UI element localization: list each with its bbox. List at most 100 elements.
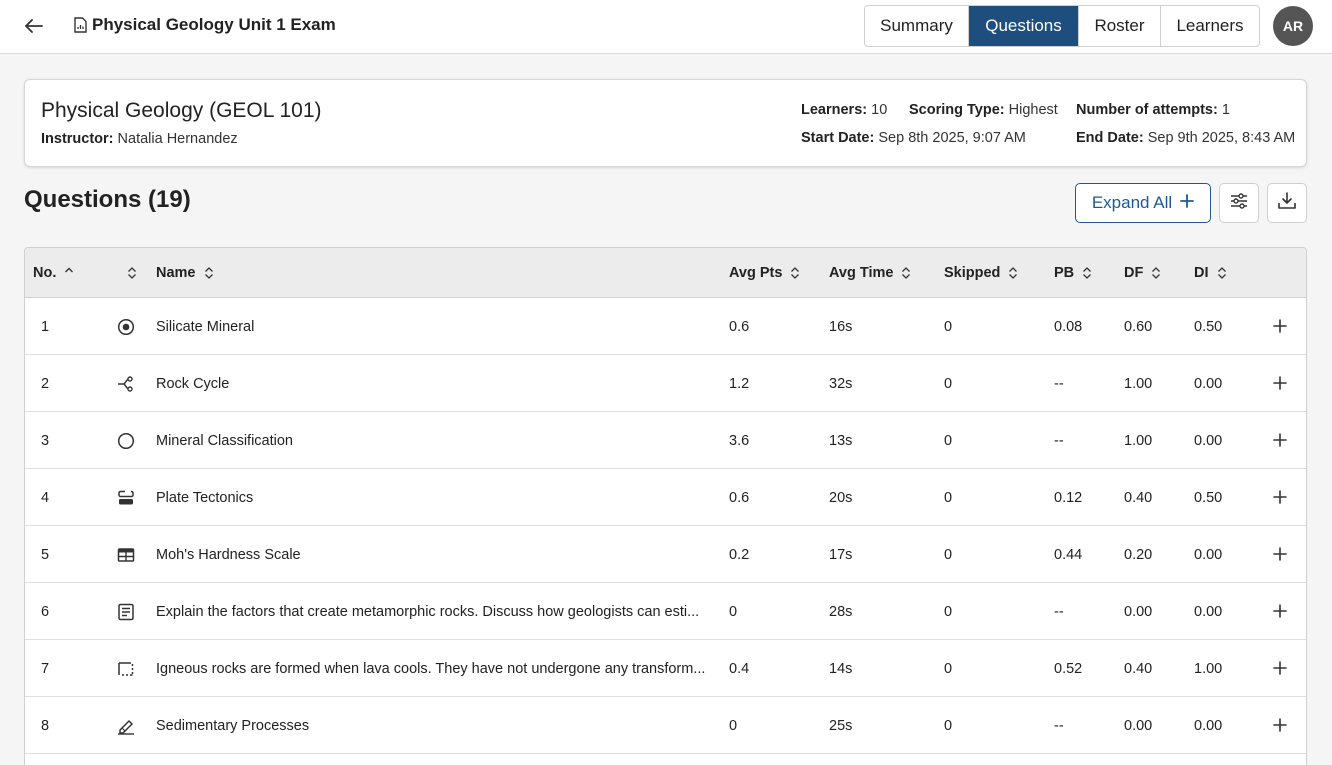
column-header-no-label: No.: [33, 265, 57, 281]
tab-learners[interactable]: Learners: [1161, 6, 1259, 46]
cell-name: Rock Cycle: [156, 355, 716, 412]
table-row[interactable]: 2 Rock Cycle 1.2 32s 0 -- 1.00 0.00: [25, 355, 1306, 412]
column-header-type[interactable]: [119, 248, 137, 298]
cell-name: Moh's Hardness Scale: [156, 526, 716, 583]
back-arrow-icon[interactable]: [22, 14, 46, 38]
column-header-pb-label: PB: [1054, 265, 1075, 281]
tab-questions[interactable]: Questions: [969, 6, 1079, 46]
cell-pb: 0.08: [1054, 318, 1083, 335]
cell-avg-pts: 0.2: [729, 546, 750, 563]
column-header-name[interactable]: Name: [156, 248, 214, 298]
column-header-df[interactable]: DF: [1124, 248, 1161, 298]
cell-di: 0.00: [1194, 717, 1223, 734]
column-header-no[interactable]: No.: [33, 248, 74, 298]
table-row[interactable]: 1 Silicate Mineral 0.6 16s 0 0.08 0.60 0…: [25, 298, 1306, 355]
attempts-info: Number of attempts: 1: [1076, 102, 1230, 118]
cell-no: 1: [41, 318, 50, 335]
cell-type: [116, 526, 136, 583]
sort-icon: [127, 267, 137, 279]
table-row[interactable]: 6 Explain the factors that create metamo…: [25, 583, 1306, 640]
table-row[interactable]: 3 Mineral Classification 3.6 13s 0 -- 1.…: [25, 412, 1306, 469]
cell-skipped: 0: [944, 489, 953, 506]
scoring-label: Scoring Type:: [909, 102, 1005, 118]
start-date-value: Sep 8th 2025, 9:07 AM: [878, 130, 1026, 146]
cell-avg-time: 17s: [829, 546, 853, 563]
cell-pb: 0.44: [1054, 546, 1083, 563]
instructor-label: Instructor:: [41, 131, 114, 147]
document-chart-icon: [74, 17, 88, 33]
expand-row-plus-icon[interactable]: [1270, 316, 1290, 336]
table-row[interactable]: 5 Moh's Hardness Scale 0.2 17s 0 0.44 0.…: [25, 526, 1306, 583]
tab-roster[interactable]: Roster: [1079, 6, 1161, 46]
cell-avg-time: 32s: [829, 375, 853, 392]
cell-avg-pts: 0: [729, 717, 738, 734]
plus-icon: [1180, 193, 1195, 213]
column-header-avg-time[interactable]: Avg Time: [829, 248, 911, 298]
question-name: Plate Tectonics: [156, 489, 254, 506]
expand-row-plus-icon[interactable]: [1270, 658, 1290, 678]
learners-value: 10: [871, 102, 888, 118]
cell-avg-time: 14s: [829, 660, 853, 677]
page-title-text: Physical Geology Unit 1 Exam: [92, 15, 336, 34]
cell-pb: --: [1054, 603, 1064, 620]
view-tabs: Summary Questions Roster Learners: [864, 5, 1260, 47]
cell-no: 7: [41, 660, 50, 677]
cell-type: [116, 298, 136, 355]
cell-skipped: 0: [944, 375, 953, 392]
cell-no: 2: [41, 375, 50, 392]
cell-name: Silicate Mineral: [156, 298, 716, 355]
sort-icon: [1008, 267, 1018, 279]
table-row[interactable]: 8 Sedimentary Processes 0 25s 0 -- 0.00 …: [25, 697, 1306, 754]
questions-table: No. Name Avg Pts Avg Time Skipped PB DF …: [24, 247, 1307, 765]
filter-settings-button[interactable]: [1219, 183, 1259, 223]
start-date-info: Start Date: Sep 8th 2025, 9:07 AM: [801, 130, 1026, 146]
sliders-icon: [1230, 192, 1248, 214]
column-header-avg-time-label: Avg Time: [829, 265, 894, 281]
expand-row-plus-icon[interactable]: [1270, 487, 1290, 507]
cell-avg-time: 13s: [829, 432, 853, 449]
cell-df: 0.40: [1124, 660, 1153, 677]
table-row[interactable]: 4 Plate Tectonics 0.6 20s 0 0.12 0.40 0.…: [25, 469, 1306, 526]
cell-avg-pts: 0.4: [729, 660, 750, 677]
sort-icon: [1151, 267, 1161, 279]
cell-type: [116, 469, 136, 526]
questions-heading: Questions (19): [24, 186, 191, 213]
cell-skipped: 0: [944, 318, 953, 335]
sort-ascending-icon: [64, 267, 74, 279]
expand-row-plus-icon[interactable]: [1270, 430, 1290, 450]
tab-summary[interactable]: Summary: [865, 6, 969, 46]
download-button[interactable]: [1267, 183, 1307, 223]
expand-row-plus-icon[interactable]: [1270, 373, 1290, 393]
cell-name: Igneous rocks are formed when lava cools…: [156, 640, 716, 697]
cell-type: [116, 697, 136, 754]
cell-di: 0.00: [1194, 432, 1223, 449]
expand-row-plus-icon[interactable]: [1270, 544, 1290, 564]
column-header-di[interactable]: DI: [1194, 248, 1227, 298]
cell-skipped: 0: [944, 546, 953, 563]
expand-all-button[interactable]: Expand All: [1075, 183, 1211, 223]
column-header-skipped[interactable]: Skipped: [944, 248, 1018, 298]
attempts-value: 1: [1221, 102, 1230, 118]
download-icon: [1278, 191, 1296, 215]
cell-df: 0.00: [1124, 603, 1153, 620]
table-header-row: No. Name Avg Pts Avg Time Skipped PB DF …: [25, 248, 1306, 298]
column-header-avg-pts[interactable]: Avg Pts: [729, 248, 800, 298]
cell-di: 0.00: [1194, 546, 1223, 563]
table-row[interactable]: 7 Igneous rocks are formed when lava coo…: [25, 640, 1306, 697]
cell-no: 8: [41, 717, 50, 734]
question-name: Igneous rocks are formed when lava cools…: [156, 660, 706, 677]
sort-icon: [1082, 267, 1092, 279]
expand-row-plus-icon[interactable]: [1270, 715, 1290, 735]
sort-icon: [901, 267, 911, 279]
instructor-value: Natalia Hernandez: [117, 131, 238, 147]
cell-df: 0.00: [1124, 717, 1153, 734]
cell-pb: --: [1054, 432, 1064, 449]
cell-type: [116, 412, 136, 469]
avatar[interactable]: AR: [1273, 6, 1313, 46]
cell-di: 0.50: [1194, 489, 1223, 506]
cell-name: Explain the factors that create metamorp…: [156, 583, 716, 640]
cell-skipped: 0: [944, 717, 953, 734]
expand-row-plus-icon[interactable]: [1270, 601, 1290, 621]
column-header-pb[interactable]: PB: [1054, 248, 1092, 298]
cell-no: 4: [41, 489, 50, 506]
